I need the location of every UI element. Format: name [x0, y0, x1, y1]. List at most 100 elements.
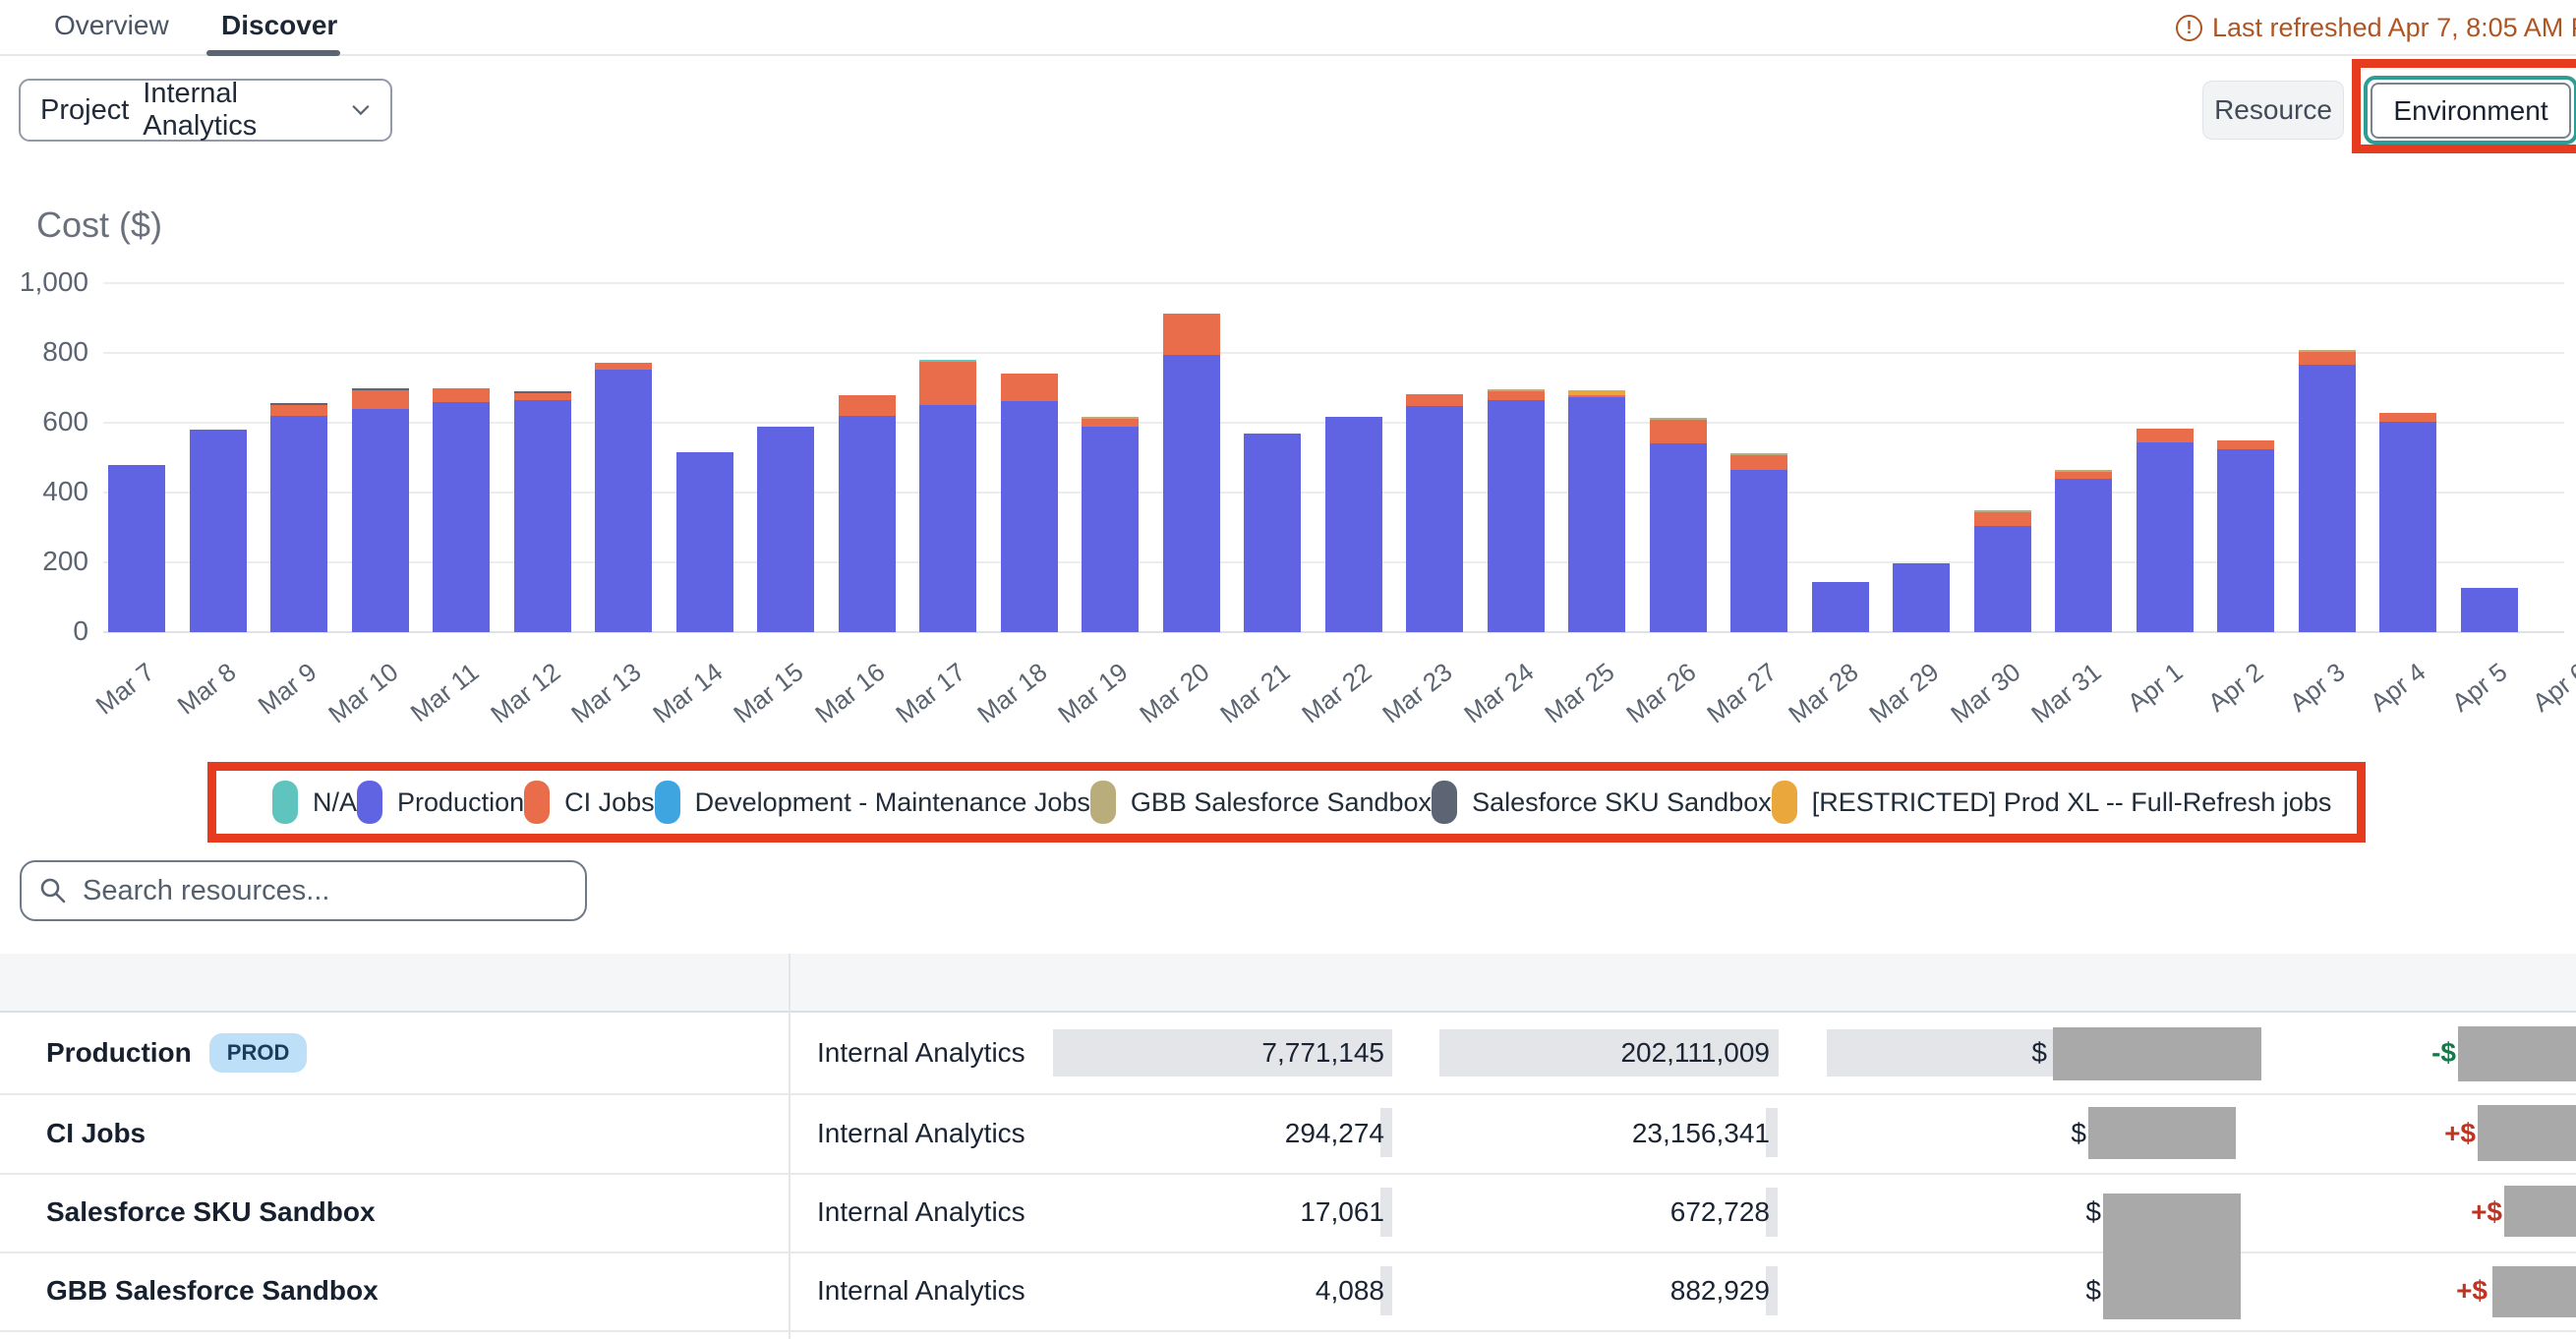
execution-cost-cell: $ — [1654, 1013, 2047, 1093]
execution-queries-cell: 17,061 — [991, 1173, 1384, 1252]
bar-segment — [1812, 582, 1869, 632]
legend-swatch-icon — [1432, 781, 1457, 824]
bar-segment — [919, 405, 976, 632]
execution-cost-cell: $ — [1693, 1093, 2086, 1173]
change-cell: +$ — [2291, 1252, 2488, 1330]
resource-name: CI Jobs — [46, 1118, 146, 1149]
bar-segment — [433, 402, 490, 632]
y-tick-label: 400 — [10, 476, 88, 507]
legend-item[interactable]: Salesforce SKU Sandbox — [1432, 781, 1772, 824]
group-by-resource-button[interactable]: Resource — [2202, 81, 2344, 140]
change-redaction — [2458, 1026, 2576, 1081]
execution-cost-redaction-tall — [2103, 1193, 2241, 1319]
bar-segment — [2217, 440, 2274, 450]
bar-segment — [1001, 401, 1058, 632]
bar-segment — [1730, 453, 1787, 455]
execution-queries-cell: 294,274 — [991, 1093, 1384, 1173]
legend-swatch-icon — [655, 781, 680, 824]
legend-label: CI Jobs — [564, 787, 655, 818]
y-tick-label: 0 — [10, 615, 88, 647]
bar-segment — [1488, 391, 1545, 400]
legend-swatch-icon — [1090, 781, 1116, 824]
bar-segment — [514, 400, 571, 632]
execution-queries-cell: 4,088 — [991, 1252, 1384, 1330]
legend-item[interactable]: N/A — [272, 781, 357, 824]
bar-segment — [595, 370, 652, 632]
bar-segment — [2137, 442, 2194, 632]
resource-name: Salesforce SKU Sandbox — [46, 1196, 376, 1228]
y-tick-label: 800 — [10, 336, 88, 368]
bar-segment — [1406, 406, 1463, 632]
legend-item[interactable]: [RESTRICTED] Prod XL -- Full-Refresh job… — [1772, 781, 2332, 824]
chart-title: Cost ($) — [36, 204, 162, 246]
bar-segment — [352, 388, 409, 390]
bar-segment — [352, 409, 409, 632]
bar-segment — [1568, 390, 1625, 395]
bar-segment — [352, 390, 409, 409]
table-row[interactable]: ProductionPRODInternal Analytics7,771,14… — [0, 1013, 2576, 1093]
chevron-down-icon — [351, 103, 371, 117]
table-row[interactable]: CI JobsInternal Analytics294,27423,156,3… — [0, 1093, 2576, 1173]
bar-segment — [757, 427, 814, 632]
cost-dashboard: Overview Discover ! Last refreshed Apr 7… — [0, 0, 2576, 1339]
bar-segment — [919, 360, 976, 362]
bar-segment — [1163, 355, 1220, 632]
row-name-cell: Salesforce SKU Sandbox — [46, 1173, 376, 1252]
table-column-divider — [789, 954, 790, 1339]
chart-legend: N/A Production CI Jobs Development - Mainte… — [225, 780, 2348, 825]
tab-overview[interactable]: Overview — [54, 10, 169, 41]
bar-segment — [676, 452, 733, 632]
project-filter-label: Project — [40, 94, 129, 127]
search-box[interactable] — [20, 860, 587, 921]
legend-label: Production — [397, 787, 524, 818]
tab-discover[interactable]: Discover — [221, 10, 337, 41]
bar-segment — [2217, 449, 2274, 632]
bar-segment — [2055, 470, 2112, 472]
resource-name: Production — [46, 1037, 192, 1069]
resource-name: GBB Salesforce Sandbox — [46, 1275, 379, 1307]
group-by-environment-button[interactable]: Environment — [2371, 83, 2571, 139]
change-cell: +$ — [2279, 1093, 2476, 1173]
legend-item[interactable]: Development - Maintenance Jobs — [655, 781, 1090, 824]
row-name-cell: GBB Salesforce Sandbox — [46, 1252, 379, 1330]
gridline-1000 — [103, 282, 2564, 284]
bar-segment — [270, 405, 327, 416]
legend-label: Development - Maintenance Jobs — [695, 787, 1090, 818]
legend-swatch-icon — [1772, 781, 1797, 824]
bar-segment — [433, 388, 490, 402]
bar-segment — [1568, 395, 1625, 398]
bar-segment — [2055, 472, 2112, 479]
y-tick-label: 200 — [10, 546, 88, 577]
execution-cost-cell: $ — [1708, 1252, 2101, 1330]
legend-item[interactable]: Production — [357, 781, 524, 824]
bar-segment — [1974, 510, 2031, 512]
bar-segment — [1974, 526, 2031, 632]
execution-queries-cell: 7,771,145 — [991, 1013, 1384, 1093]
bar-segment — [1082, 419, 1139, 427]
bar-segment — [1082, 417, 1139, 419]
search-input[interactable] — [83, 875, 567, 907]
bar-segment — [270, 416, 327, 632]
bar-segment — [1488, 400, 1545, 632]
search-icon — [39, 877, 67, 904]
active-tab-underline — [206, 50, 340, 56]
bar-segment — [514, 393, 571, 400]
legend-item[interactable]: CI Jobs — [524, 781, 655, 824]
legend-item[interactable]: GBB Salesforce Sandbox — [1090, 781, 1432, 824]
bar-segment — [514, 391, 571, 393]
bar-segment — [1650, 443, 1707, 632]
bar-segment — [1488, 389, 1545, 391]
bar-segment — [839, 416, 896, 632]
gridline-800 — [103, 352, 2564, 354]
last-refreshed-text: Last refreshed Apr 7, 8:05 AM PDT — [2212, 13, 2576, 43]
legend-label: Salesforce SKU Sandbox — [1472, 787, 1772, 818]
project-filter-dropdown[interactable]: Project Internal Analytics — [19, 79, 392, 142]
bar-segment — [108, 465, 165, 632]
project-filter-value: Internal Analytics — [143, 78, 337, 143]
legend-swatch-icon — [524, 781, 550, 824]
last-refreshed-notice: ! Last refreshed Apr 7, 8:05 AM PDT — [2176, 13, 2576, 43]
execution-cost-redaction — [2088, 1107, 2236, 1159]
row-name-cell: CI Jobs — [46, 1093, 146, 1173]
execution-cost-redaction — [2053, 1027, 2261, 1080]
legend-swatch-icon — [357, 781, 382, 824]
